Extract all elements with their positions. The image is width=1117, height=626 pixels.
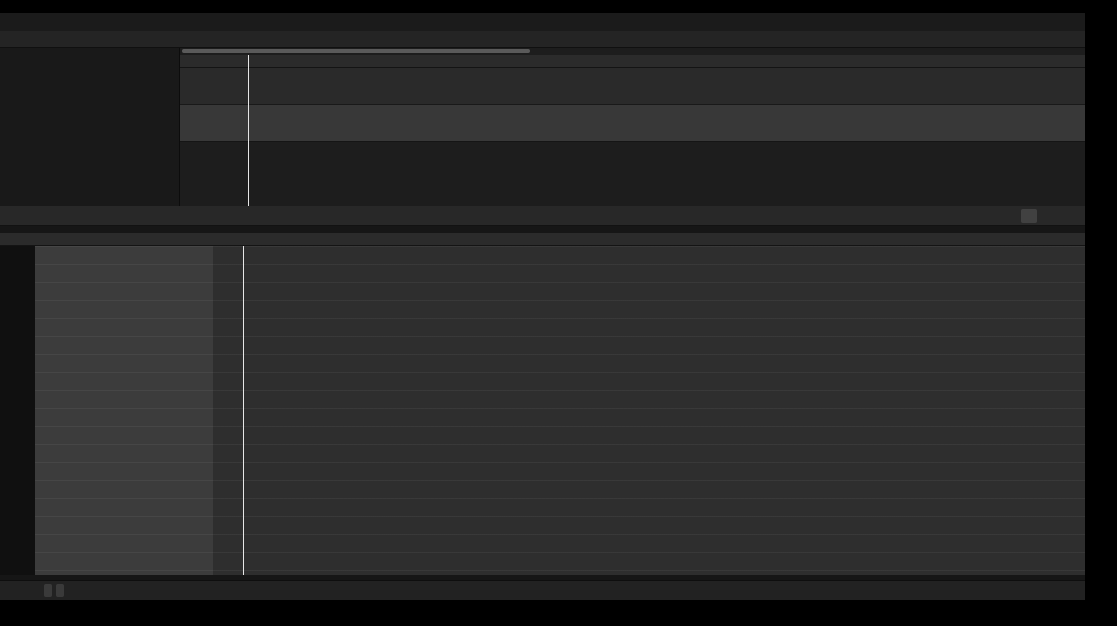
piano-keys [0, 246, 35, 575]
zoom-x2-button[interactable] [44, 584, 52, 597]
piano-roll-ruler[interactable] [0, 233, 1085, 246]
arrangement-playhead [248, 55, 249, 206]
horizontal-scrollbar[interactable] [182, 49, 530, 53]
group-breadcrumb[interactable] [45, 557, 60, 570]
arrangement-panel [0, 48, 1085, 206]
piano-roll-body [0, 246, 1085, 575]
zoom-x4-button[interactable] [56, 584, 64, 597]
pitch-curves [35, 246, 1085, 575]
waveform [180, 105, 1085, 142]
arrangement-header [0, 31, 1085, 48]
parameters-bar [0, 580, 1085, 600]
track-panel [0, 48, 180, 206]
menu-bar [0, 13, 1085, 31]
arrangement-canvas[interactable] [180, 48, 1085, 206]
note-area[interactable] [35, 246, 1085, 575]
audio-track-lane[interactable] [180, 105, 1085, 142]
arrangement-timeline-ruler[interactable] [180, 55, 1085, 68]
right-sidebar [1085, 13, 1117, 600]
instant-mode-button[interactable] [1021, 209, 1037, 223]
midi-track-lane[interactable] [180, 68, 1085, 105]
piano-roll-header [0, 206, 1085, 226]
piano-roll-playhead [243, 246, 244, 575]
app-window [0, 0, 1117, 626]
audio-clip[interactable] [180, 105, 1085, 141]
